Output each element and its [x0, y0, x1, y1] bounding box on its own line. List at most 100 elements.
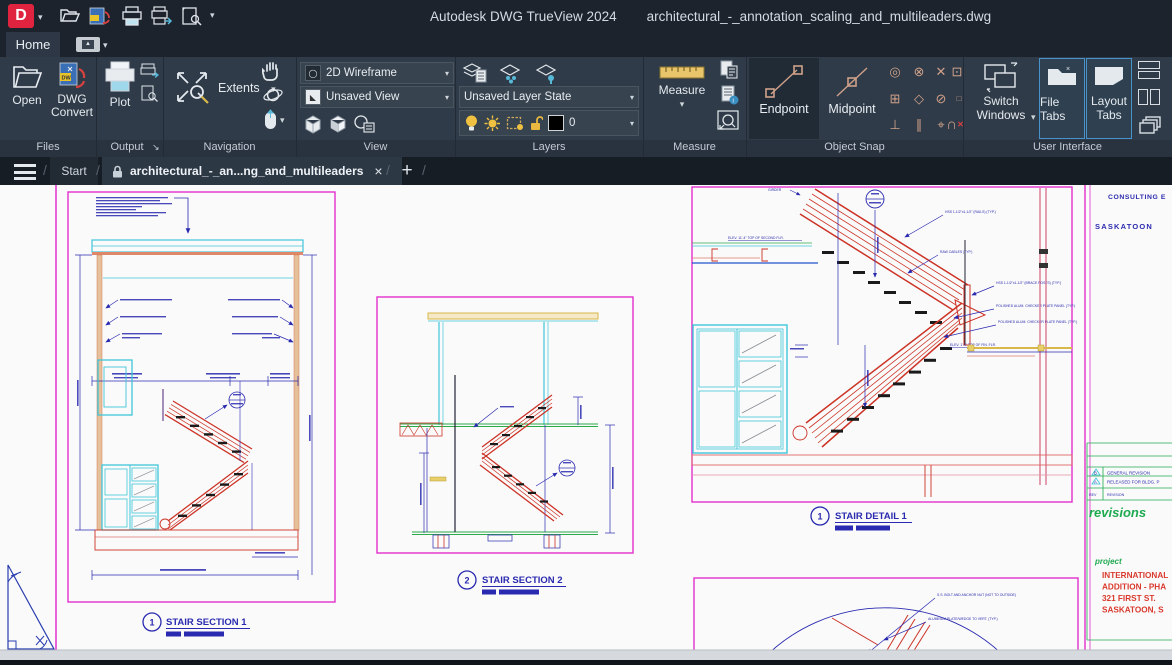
menu-hamburger-icon[interactable] — [14, 164, 36, 180]
collapse-caret-icon[interactable]: ▾ — [103, 40, 108, 51]
snap-node-icon[interactable]: ⊗ — [908, 61, 930, 83]
stair-section-1-label: 1 STAIR SECTION 1 — [143, 613, 250, 637]
title-bar: D ▾ ▾ Autodesk DWG TrueView 2024 archite… — [0, 0, 1172, 32]
layer-dropdown[interactable]: 0 ▾ — [459, 110, 639, 136]
svg-text:1: 1 — [149, 618, 154, 628]
layer-state-dropdown[interactable]: Unsaved Layer State ▾ — [459, 86, 639, 108]
snap-toggle-magnet-icon[interactable]: ∩✕ — [944, 114, 966, 136]
ribbon-collapse-button[interactable]: ▲ — [76, 37, 100, 52]
area-inquiry-icon[interactable] — [716, 109, 742, 138]
tile-vertically-icon[interactable] — [1138, 89, 1160, 105]
output-panel-label[interactable]: Output — [96, 141, 158, 157]
svg-text:INTERNATIONAL: INTERNATIONAL — [1102, 571, 1168, 580]
layer-plot-icon — [506, 115, 524, 131]
snap-perpendicular-icon[interactable]: ⊥ — [884, 114, 906, 136]
quick-access-more-icon[interactable]: ▾ — [210, 10, 215, 21]
app-menu-caret-icon[interactable]: ▾ — [38, 12, 43, 23]
tab-document-active[interactable]: architectural_-_an...ng_and_multileaders… — [102, 157, 402, 185]
svg-text:321 FIRST ST.: 321 FIRST ST. — [1102, 594, 1156, 603]
pan-icon[interactable] — [262, 59, 284, 86]
svg-text:POLISHED ALUM. CHECKER PLATE P: POLISHED ALUM. CHECKER PLATE PANEL (TYP.… — [998, 320, 1077, 324]
properties-palette-icon[interactable]: i — [718, 84, 740, 111]
plot-label: Plot — [110, 95, 131, 109]
svg-text:ALUMINUM PLATE/WEDGE TO VERT.: ALUMINUM PLATE/WEDGE TO VERT. (TYP.) — [928, 617, 998, 621]
svg-text:ELEV. 11'-4" TOP OF SECOND FLR: ELEV. 11'-4" TOP OF SECOND FLR. — [728, 236, 784, 240]
switch-windows-button[interactable]: Switch Windows — [968, 61, 1034, 123]
user-interface-panel-label[interactable]: User Interface — [963, 141, 1172, 157]
layer-freeze-icon[interactable] — [498, 62, 524, 89]
isometric-view-icon[interactable] — [328, 113, 348, 140]
output-dialog-launcher-icon[interactable]: ↘ — [152, 142, 160, 153]
svg-text:RELEASED FOR BLDG. P: RELEASED FOR BLDG. P — [1107, 480, 1160, 485]
measure-button[interactable]: Measure ▾ — [652, 63, 712, 110]
measure-panel-label[interactable]: Measure — [643, 141, 746, 157]
drawing-canvas[interactable]: 1 STAIR SECTION 1 — [0, 185, 1172, 660]
endpoint-label: Endpoint — [749, 102, 819, 116]
layer-state-caret-icon: ▾ — [630, 93, 634, 102]
tile-horizontally-icon[interactable] — [1138, 61, 1160, 79]
cascade-icon[interactable] — [1138, 115, 1162, 140]
zoom-extents-icon[interactable] — [170, 65, 214, 114]
layer-caret-icon: ▾ — [630, 119, 634, 128]
tab-close-icon[interactable]: × — [374, 163, 382, 179]
mouse-settings-icon[interactable]: ▾ — [262, 109, 285, 131]
quick-properties-icon[interactable] — [718, 59, 740, 86]
files-panel-label[interactable]: Files — [0, 141, 96, 157]
plot-printer-icon — [103, 61, 137, 93]
batch-plot-small-icon[interactable] — [140, 63, 160, 84]
tab-home[interactable]: Home — [6, 32, 60, 57]
measure-caret-icon: ▾ — [680, 99, 685, 110]
switch-windows-caret-icon[interactable]: ▾ — [1031, 112, 1036, 123]
magnet-glyph: ∩ — [946, 116, 957, 133]
file-tabs-icon: × — [1044, 59, 1080, 93]
svg-text:REV: REV — [1089, 493, 1097, 497]
snap-extension-icon[interactable]: ⊡ — [946, 61, 968, 83]
app-title: Autodesk DWG TrueView 2024 — [430, 9, 617, 24]
view-state-dropdown[interactable]: ◣ Unsaved View ▾ — [300, 86, 454, 108]
ribbon-tab-row: Home ▲ ▾ — [0, 32, 1172, 57]
svg-text:ADDITION - PHA: ADDITION - PHA — [1102, 583, 1166, 592]
magnet-off-x: ✕ — [957, 120, 964, 129]
tab-start[interactable]: Start — [50, 157, 98, 185]
snap-parallel-icon[interactable]: ∥ — [908, 114, 930, 136]
snap-center-icon[interactable]: ◎ — [884, 61, 906, 83]
layout-tabs-button[interactable]: Layout Tabs — [1086, 58, 1132, 139]
snap-insertion-icon[interactable]: ⊞ — [884, 88, 906, 110]
plot-button[interactable]: Plot — [102, 61, 138, 109]
view-panel-label[interactable]: View — [296, 141, 455, 157]
layer-isolate-icon[interactable] — [534, 62, 560, 89]
named-views-icon[interactable] — [352, 113, 376, 140]
snap-quadrant-icon[interactable]: ◇ — [908, 88, 930, 110]
layer-properties-icon[interactable] — [462, 60, 488, 89]
dwg-convert-icon[interactable] — [88, 6, 112, 26]
svg-text:GENERAL REVISION: GENERAL REVISION — [1107, 471, 1150, 476]
layer-unlock-icon — [529, 115, 543, 132]
new-tab-button[interactable]: + — [396, 159, 418, 183]
visual-style-dropdown[interactable]: ◯ 2D Wireframe ▾ — [300, 62, 454, 84]
object-snap-panel-label[interactable]: Object Snap — [746, 141, 963, 157]
open-button[interactable]: Open — [8, 61, 46, 107]
dwg-convert-big-icon: DW — [57, 61, 87, 91]
midpoint-icon — [829, 62, 875, 102]
current-layer-name: 0 — [569, 117, 575, 129]
dwg-convert-label: DWG Convert — [50, 93, 94, 119]
endpoint-button[interactable]: Endpoint — [749, 58, 819, 139]
batch-plot-icon[interactable] — [150, 6, 174, 26]
drawing-svg[interactable]: 1 STAIR SECTION 1 — [0, 185, 1172, 660]
plot-preview-icon[interactable] — [180, 6, 204, 26]
snap-point-icon[interactable]: □ — [948, 88, 970, 110]
svg-text:STAIR DETAIL 1: STAIR DETAIL 1 — [835, 511, 908, 522]
revisions-script-text: revisions — [1089, 505, 1146, 520]
midpoint-button[interactable]: Midpoint — [821, 58, 883, 139]
view-state-caret-icon: ▾ — [445, 93, 449, 102]
app-logo[interactable]: D — [8, 4, 34, 28]
box-view-icon[interactable] — [302, 112, 324, 141]
layers-panel-label[interactable]: Layers — [455, 141, 643, 157]
print-icon[interactable] — [120, 6, 144, 26]
open-icon[interactable] — [58, 6, 82, 26]
dwg-convert-button[interactable]: DW DWG Convert — [50, 61, 94, 119]
file-tabs-button[interactable]: × File Tabs — [1039, 58, 1085, 139]
orbit-icon[interactable] — [262, 84, 284, 111]
preview-small-icon[interactable] — [140, 85, 160, 108]
navigation-panel-label[interactable]: Navigation — [163, 141, 296, 157]
